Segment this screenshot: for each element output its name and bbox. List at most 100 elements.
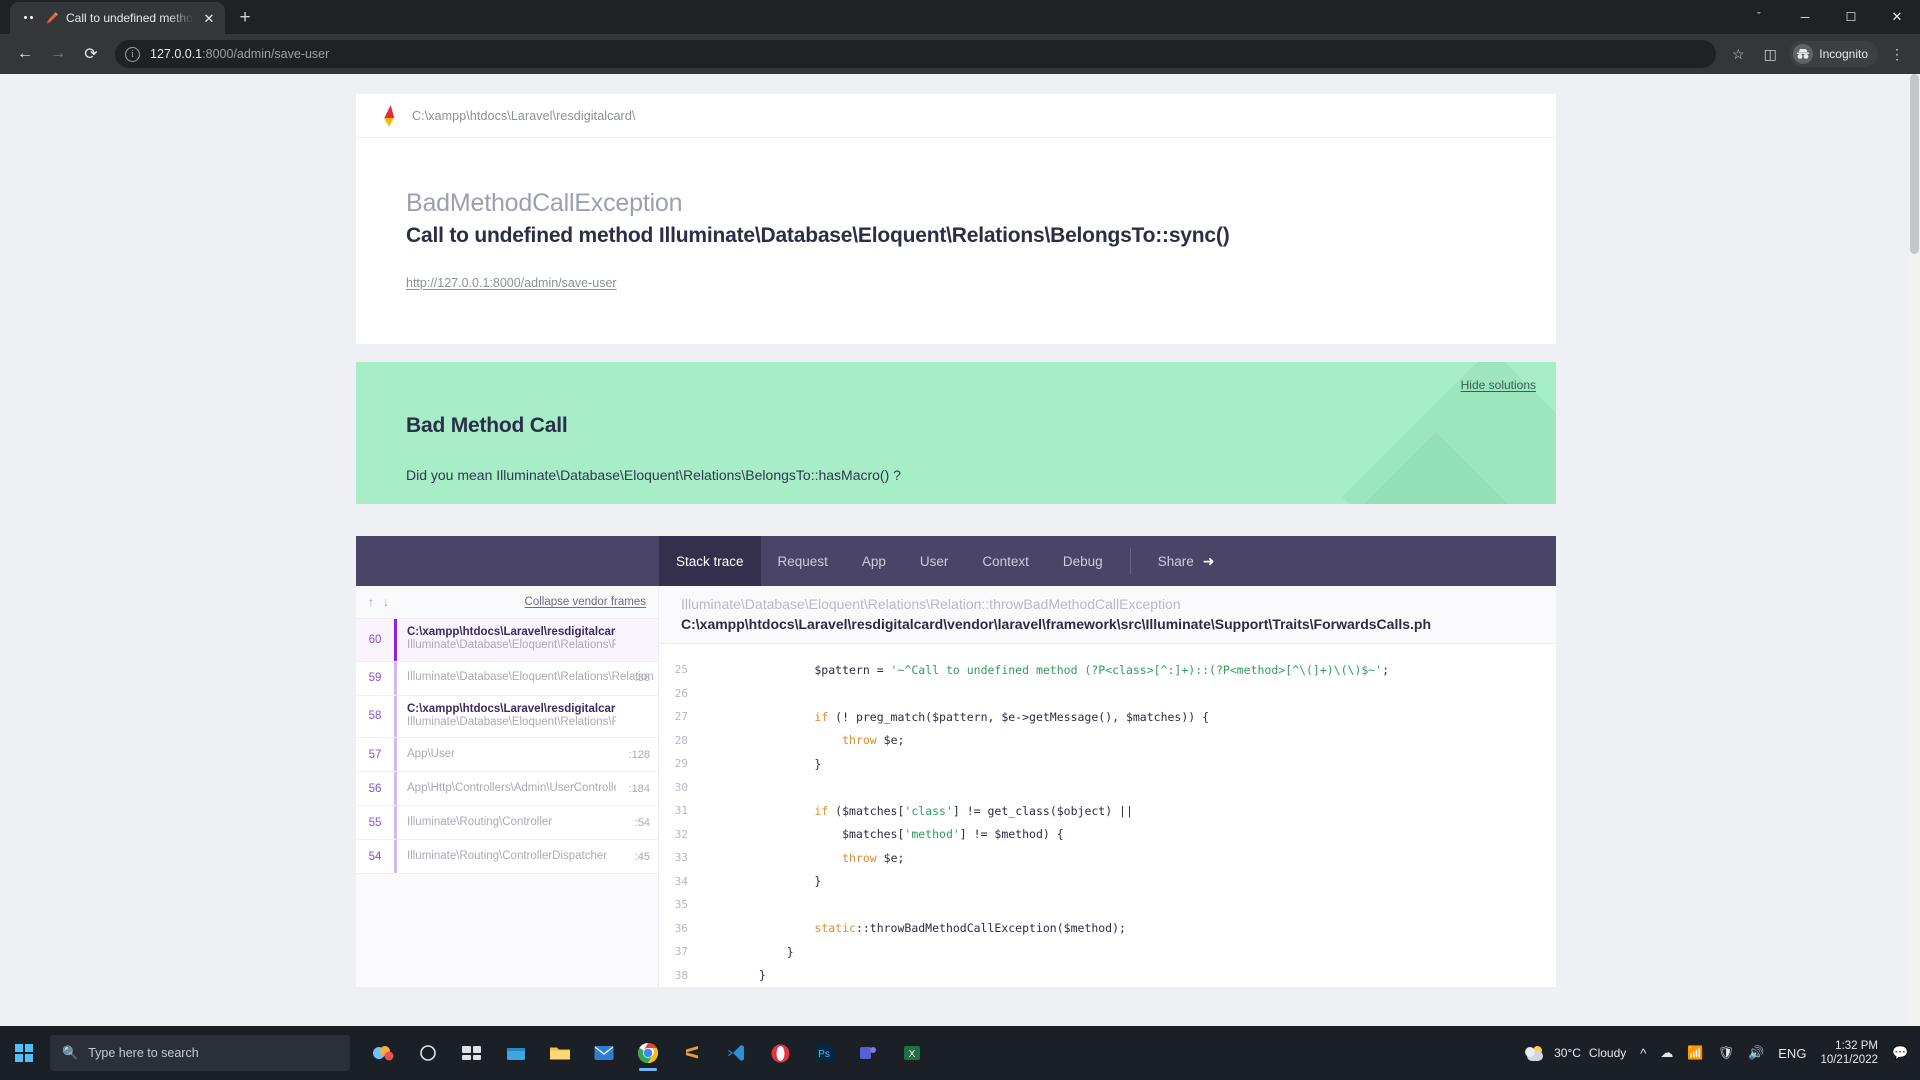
close-icon[interactable]: ✕ xyxy=(201,10,217,26)
code-line-source: throw $e; xyxy=(842,733,905,748)
tab-debug[interactable]: Debug xyxy=(1046,536,1120,586)
project-path: C:\xampp\htdocs\Laravel\resdigitalcard\ xyxy=(412,108,636,123)
code-line-source: if (! preg_match($pattern, $e->getMessag… xyxy=(814,709,1210,724)
language-indicator[interactable]: ENG xyxy=(1778,1046,1806,1061)
new-tab-button[interactable]: + xyxy=(231,4,259,32)
back-button[interactable]: ← xyxy=(10,39,40,69)
code-line: 26 xyxy=(659,682,1556,706)
volume-icon[interactable]: 🔊 xyxy=(1748,1045,1764,1061)
hide-solutions-link[interactable]: Hide solutions xyxy=(1461,378,1536,392)
file-path-bar: C:\xampp\htdocs\Laravel\resdigitalcard\ xyxy=(356,94,1556,138)
code-line: 30 xyxy=(659,776,1556,800)
tab-request[interactable]: Request xyxy=(761,536,845,586)
url-host: 127.0.0.1 xyxy=(150,47,203,61)
window-close-button[interactable]: ✕ xyxy=(1874,0,1920,34)
code-header-class: Illuminate\Database\Eloquent\Relations\R… xyxy=(681,596,1181,612)
clock[interactable]: 1:32 PM 10/21/2022 xyxy=(1820,1039,1878,1068)
frame-number: 60 xyxy=(368,633,382,646)
code-line-number: 27 xyxy=(674,710,688,724)
share-arrow-icon: ➜ xyxy=(1202,552,1215,569)
vscode-icon[interactable] xyxy=(716,1033,756,1073)
incognito-indicator[interactable]: Incognito xyxy=(1789,41,1878,67)
code-pane: Illuminate\Database\Eloquent\Relations\R… xyxy=(659,586,1556,987)
tab-context[interactable]: Context xyxy=(965,536,1046,586)
solution-body: Bad Method Call Did you mean Illuminate\… xyxy=(356,362,1556,483)
page-scrollbar[interactable] xyxy=(1908,74,1920,1054)
photoshop-icon[interactable]: Ps xyxy=(804,1033,844,1073)
stack-frame[interactable]: 57 App\User:128 xyxy=(356,738,658,773)
code-line: 36 static::throwBadMethodCallException($… xyxy=(659,917,1556,941)
frame-line-number xyxy=(624,619,658,661)
notifications-icon[interactable]: 💬 xyxy=(1892,1045,1908,1061)
code-line-source: $pattern = '~^Call to undefined method (… xyxy=(759,662,1390,677)
task-view-icon[interactable] xyxy=(452,1033,492,1073)
tab-stack-trace[interactable]: Stack trace xyxy=(659,536,761,586)
code-line-source: } xyxy=(759,968,766,983)
stack-frame[interactable]: 56 App\Http\Controllers\Admin\UserControl… xyxy=(356,772,658,807)
tab-app[interactable]: App xyxy=(845,536,903,586)
widgets-icon[interactable] xyxy=(364,1033,404,1073)
stack-frame[interactable]: 60 C:\xampp\htdocs\Laravel\resdigitalcard… xyxy=(356,619,658,662)
forward-button[interactable]: → xyxy=(43,39,73,69)
exception-block: BadMethodCallException Call to undefined… xyxy=(356,138,1556,344)
chrome-icon[interactable] xyxy=(628,1033,668,1073)
opera-icon[interactable] xyxy=(760,1033,800,1073)
stack-frame[interactable]: 58 C:\xampp\htdocs\Laravel\resdigitalcard… xyxy=(356,695,658,739)
stack-frame[interactable]: 59 Illuminate\Database\Eloquent\Relations… xyxy=(356,661,658,696)
bookmark-star-icon[interactable]: ☆ xyxy=(1725,41,1751,67)
frames-toolbar: ↑ ↓ Collapse vendor frames xyxy=(356,586,658,619)
file-explorer-icon[interactable] xyxy=(540,1033,580,1073)
shield-icon[interactable]: 🛡 xyxy=(1718,1045,1735,1061)
start-button[interactable] xyxy=(0,1026,48,1080)
reload-button[interactable]: ⟳ xyxy=(76,39,106,69)
move-up-icon[interactable]: ↑ xyxy=(368,595,374,609)
onedrive-icon[interactable]: ☁ xyxy=(1660,1045,1673,1061)
taskbar-search-box[interactable]: 🔍 Type here to search xyxy=(50,1035,350,1071)
code-line: 35 xyxy=(659,893,1556,917)
frame-line-number: :128 xyxy=(628,748,650,761)
excel-icon[interactable]: X xyxy=(892,1033,932,1073)
frame-number: 54 xyxy=(368,850,382,863)
request-url-link[interactable]: http://127.0.0.1:8000/admin/save-user xyxy=(406,276,617,290)
browser-window: Call to undefined method Illu ✕ + ˇ ─ ☐ … xyxy=(0,0,1920,1080)
frame-class-name: App\Http\Controllers\Admin\UserControlle… xyxy=(407,781,616,794)
code-line-number: 34 xyxy=(674,874,688,888)
share-button[interactable]: Share ➜ xyxy=(1141,536,1232,586)
chevron-up-icon[interactable]: ^ xyxy=(1640,1046,1646,1061)
teams-icon[interactable] xyxy=(848,1033,888,1073)
frame-class-name: Illuminate\Database\Eloquent\Relations\R… xyxy=(407,715,616,728)
mail-icon[interactable] xyxy=(584,1033,624,1073)
tab-search-icon[interactable]: ˇ xyxy=(1736,0,1782,34)
code-line-number: 35 xyxy=(674,898,688,912)
frame-details: Illuminate\Database\Eloquent\Relations\R… xyxy=(397,662,654,695)
browser-tab[interactable]: Call to undefined method Illu ✕ xyxy=(10,2,225,34)
code-line-source: $matches['method'] != $method) { xyxy=(759,827,1064,842)
code-line-number: 32 xyxy=(674,827,688,841)
maximize-button[interactable]: ☐ xyxy=(1828,0,1874,34)
minimize-button[interactable]: ─ xyxy=(1782,0,1828,34)
debug-tabbar: Stack trace Request App User Context Debug Sha… xyxy=(356,536,1556,586)
code-listing[interactable]: 25 $pattern = '~^Call to undefined metho… xyxy=(659,643,1556,987)
weather-widget[interactable]: 30°C Cloudy xyxy=(1524,1045,1626,1061)
network-icon[interactable]: 📶 xyxy=(1687,1045,1703,1061)
address-bar[interactable]: i 127.0.0.1:8000/admin/save-user xyxy=(115,40,1717,68)
collapse-vendor-frames-link[interactable]: Collapse vendor frames xyxy=(525,596,646,608)
sublime-icon[interactable] xyxy=(672,1033,712,1073)
code-line: 37 } xyxy=(659,940,1556,964)
tab-user[interactable]: User xyxy=(903,536,966,586)
code-line-number: 38 xyxy=(674,968,688,982)
stack-frame[interactable]: 54 Illuminate\Routing\ControllerDispatche… xyxy=(356,840,658,875)
chrome-menu-icon[interactable]: ⋮ xyxy=(1884,41,1910,67)
scrollbar-thumb[interactable] xyxy=(1910,74,1919,254)
store-icon[interactable] xyxy=(496,1033,536,1073)
code-line: 31 if ($matches['class'] != get_class($o… xyxy=(659,799,1556,823)
side-panel-icon[interactable]: ◫ xyxy=(1757,41,1783,67)
code-line-number: 30 xyxy=(674,780,688,794)
move-down-icon[interactable]: ↓ xyxy=(383,595,389,609)
code-line: 38} xyxy=(659,964,1556,988)
stack-frame[interactable]: 55 Illuminate\Routing\Controller:54 xyxy=(356,806,658,841)
cortana-icon[interactable] xyxy=(408,1033,448,1073)
frame-file-path: C:\xampp\htdocs\Laravel\resdigitalcard\v… xyxy=(407,626,616,638)
site-info-icon[interactable]: i xyxy=(125,46,140,62)
code-line: 25 $pattern = '~^Call to undefined metho… xyxy=(659,658,1556,682)
